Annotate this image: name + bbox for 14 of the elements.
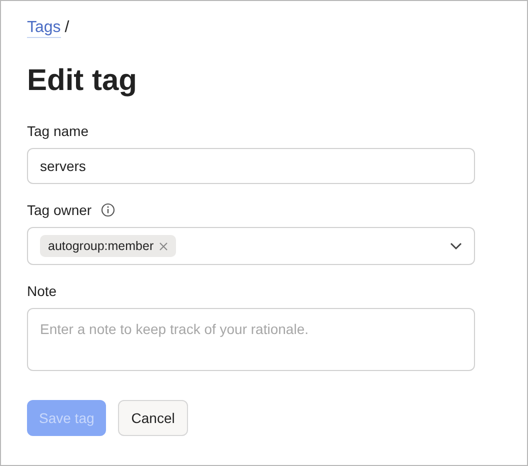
field-label: Note	[27, 283, 57, 299]
field-label: Tag owner	[27, 202, 92, 218]
page-title: Edit tag	[27, 64, 138, 98]
note-field[interactable]: Enter a note to keep track of your rationale.	[27, 308, 475, 371]
tag-name-field[interactable]: servers	[27, 148, 475, 184]
info-icon[interactable]	[100, 203, 115, 217]
tags-link[interactable]: Tags	[27, 19, 61, 38]
owner-chip[interactable]: autogroup:member	[40, 235, 176, 257]
tag-owner-select[interactable]: autogroup:member	[27, 227, 475, 265]
breadcrumb-separator: /	[64, 19, 70, 38]
remove-icon[interactable]	[158, 242, 168, 250]
chevron-down-icon[interactable]	[450, 242, 462, 250]
field-label: Tag name	[27, 123, 88, 139]
cancel-button[interactable]: Cancel	[118, 400, 188, 436]
